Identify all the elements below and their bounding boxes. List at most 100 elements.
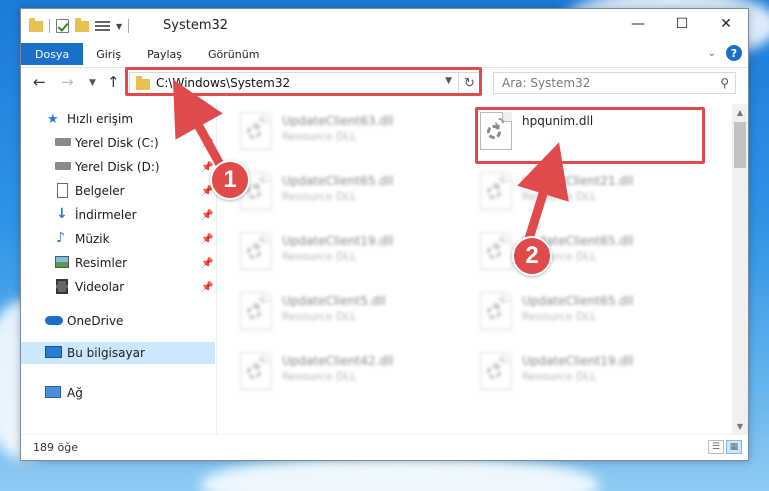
tab-home[interactable]: Giriş (83, 43, 134, 65)
nav-item-onedrive[interactable]: OneDrive (21, 310, 215, 332)
downloads-icon: ↓ (56, 206, 68, 222)
scroll-up-icon[interactable]: ▲ (732, 104, 748, 120)
nav-item-videos[interactable]: Videolar 📌 (21, 276, 215, 298)
pictures-icon (55, 256, 69, 268)
nav-item-network[interactable]: Ağ (21, 382, 215, 404)
dll-file-icon (480, 292, 512, 330)
ribbon-tabs: Dosya Giriş Paylaş Görünüm (21, 43, 748, 65)
file-name: UpdateClient63.dll (282, 114, 394, 128)
list-item[interactable]: UpdateClient65.dll Resource DLL (470, 226, 700, 276)
videos-icon (56, 279, 68, 294)
step-badge-2: 2 (512, 236, 552, 276)
details-view-icon[interactable]: ☰ (708, 440, 724, 454)
title-bar: ▼ System32 — ☐ ✕ (21, 9, 748, 43)
recent-locations-chevron-icon[interactable]: ▼ (89, 78, 96, 88)
customize-list-icon[interactable] (95, 20, 110, 33)
pin-icon[interactable]: 📌 (201, 210, 213, 221)
toolbar-divider (49, 19, 50, 33)
search-input[interactable]: Ara: System32 ⚲ (493, 72, 736, 94)
nav-item-label: Yerel Disk (C:) (75, 136, 159, 150)
pin-icon[interactable]: 📌 (201, 138, 213, 149)
dll-file-icon (480, 352, 512, 390)
nav-item-label: Belgeler (75, 184, 125, 198)
network-icon (45, 386, 61, 398)
tab-view[interactable]: Görünüm (195, 43, 272, 65)
list-item[interactable]: UpdateClient19.dll Resource DLL (230, 226, 460, 276)
status-bar: 189 öğe ☰ ▦ (21, 434, 748, 460)
chevron-down-icon[interactable]: ▼ (116, 22, 122, 31)
drive-icon (55, 138, 71, 146)
documents-icon (57, 183, 68, 198)
expand-ribbon-icon[interactable]: ⌄ (708, 48, 716, 59)
list-item[interactable]: UpdateClient65.dll Resource DLL (230, 166, 460, 216)
quick-access-toolbar: ▼ (29, 17, 130, 35)
pin-icon[interactable]: 📌 (201, 234, 213, 245)
pin-icon[interactable]: 📌 (201, 258, 213, 269)
music-icon: ♪ (56, 230, 65, 246)
file-type: Resource DLL (522, 370, 597, 383)
ribbon-right-controls: ⌄ ? (708, 45, 742, 61)
close-button[interactable]: ✕ (704, 9, 748, 39)
file-name: UpdateClient5.dll (282, 294, 386, 308)
nav-quick-access[interactable]: ★ Hızlı erişim (21, 108, 215, 130)
file-type: Resource DLL (522, 190, 597, 203)
pin-icon[interactable]: 📌 (201, 282, 213, 293)
file-name: UpdateClient42.dll (282, 354, 394, 368)
scroll-down-icon[interactable]: ▼ (732, 418, 748, 434)
navigation-pane: ★ Hızlı erişim Yerel Disk (C:) 📌 Yerel D… (21, 104, 217, 434)
nav-item-music[interactable]: ♪ Müzik 📌 (21, 228, 215, 250)
new-folder-icon[interactable] (75, 17, 89, 32)
nav-item-local-disk-c[interactable]: Yerel Disk (C:) 📌 (21, 132, 215, 154)
window-controls: — ☐ ✕ (616, 9, 748, 39)
nav-item-documents[interactable]: Belgeler 📌 (21, 180, 215, 202)
back-arrow-icon[interactable]: ← (33, 73, 46, 91)
dll-file-icon (480, 232, 512, 270)
folder-icon (29, 17, 43, 32)
list-item[interactable]: UpdateClient42.dll Resource DLL (230, 346, 460, 396)
tab-share[interactable]: Paylaş (134, 43, 195, 65)
item-count: 189 öğe (33, 441, 78, 454)
nav-item-local-disk-d[interactable]: Yerel Disk (D:) 📌 (21, 156, 215, 178)
file-highlight-box (475, 107, 705, 164)
file-type: Resource DLL (282, 250, 357, 263)
cloud-icon (45, 316, 63, 325)
dll-file-icon (240, 352, 272, 390)
properties-check-icon[interactable] (56, 19, 69, 33)
scrollbar-thumb[interactable] (734, 122, 746, 168)
star-icon: ★ (47, 112, 59, 127)
list-item[interactable]: UpdateClient5.dll Resource DLL (230, 286, 460, 336)
vertical-scrollbar[interactable]: ▲ ▼ (732, 104, 748, 434)
file-name: UpdateClient19.dll (282, 234, 394, 248)
forward-arrow-icon[interactable]: → (61, 73, 74, 91)
up-arrow-icon[interactable]: ↑ (107, 73, 120, 91)
list-item[interactable]: UpdateClient19.dll Resource DLL (470, 346, 700, 396)
help-icon[interactable]: ? (726, 45, 742, 61)
list-item[interactable]: UpdateClient65.dll Resource DLL (470, 286, 700, 336)
search-placeholder: Ara: System32 (502, 76, 591, 90)
nav-item-label: Ağ (67, 386, 83, 400)
list-item[interactable]: UpdateClient63.dll Resource DLL (230, 106, 460, 156)
minimize-button[interactable]: — (616, 9, 660, 39)
search-icon[interactable]: ⚲ (720, 76, 729, 90)
computer-icon (45, 346, 62, 358)
nav-item-downloads[interactable]: ↓ İndirmeler 📌 (21, 204, 215, 226)
tab-file[interactable]: Dosya (21, 43, 84, 65)
dll-file-icon (240, 292, 272, 330)
tiles-view-icon[interactable]: ▦ (726, 440, 742, 454)
dll-file-icon (240, 232, 272, 270)
nav-item-pictures[interactable]: Resimler 📌 (21, 252, 215, 274)
nav-item-this-pc[interactable]: Bu bilgisayar (21, 342, 215, 364)
view-buttons: ☰ ▦ (708, 440, 742, 454)
nav-quick-access-label: Hızlı erişim (67, 112, 134, 126)
nav-item-label: OneDrive (67, 314, 124, 328)
list-item[interactable]: UpdateClient21.dll Resource DLL (470, 166, 700, 216)
nav-item-label: Müzik (75, 232, 110, 246)
file-type: Resource DLL (282, 370, 357, 383)
nav-item-label: İndirmeler (75, 208, 137, 222)
maximize-button[interactable]: ☐ (660, 9, 704, 39)
nav-item-label: Bu bilgisayar (67, 346, 145, 360)
file-name: UpdateClient65.dll (282, 174, 394, 188)
nav-item-label: Videolar (75, 280, 125, 294)
window-title: System32 (163, 18, 229, 33)
file-type: Resource DLL (522, 310, 597, 323)
